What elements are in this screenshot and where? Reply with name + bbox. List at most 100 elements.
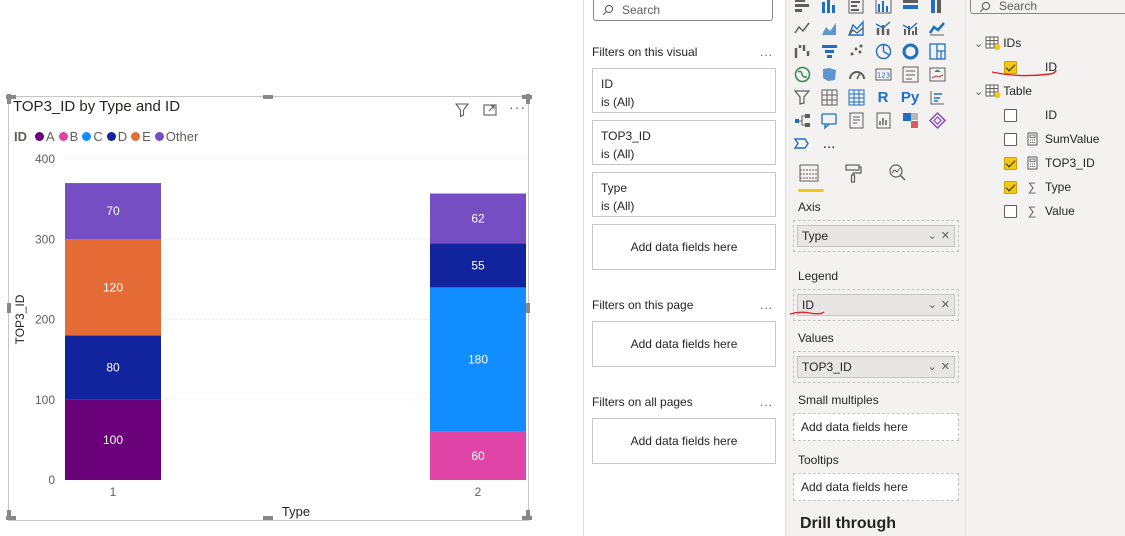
qa-visual-icon[interactable] bbox=[817, 109, 841, 132]
field-checkbox[interactable] bbox=[1004, 204, 1017, 218]
format-paint-roller-icon[interactable] bbox=[840, 160, 866, 186]
chevron-down-icon[interactable]: ⌄ bbox=[928, 298, 937, 311]
resize-handle[interactable] bbox=[526, 94, 530, 104]
fields-table-ids[interactable]: ⌄ IDs bbox=[974, 36, 1021, 50]
key-influencers-icon[interactable] bbox=[925, 86, 949, 109]
ribbon-chart-icon[interactable] bbox=[925, 17, 949, 40]
clustered-column-chart-icon[interactable] bbox=[871, 0, 895, 17]
funnel-chart-icon[interactable] bbox=[817, 40, 841, 63]
close-icon[interactable]: ✕ bbox=[941, 229, 950, 242]
values-well[interactable]: TOP3_ID ⌄ ✕ bbox=[793, 351, 959, 383]
slicer-icon[interactable] bbox=[790, 86, 814, 109]
field-checkbox[interactable] bbox=[1004, 132, 1017, 146]
filters-on-all-pages-more-button[interactable]: ... bbox=[760, 395, 773, 409]
power-automate-icon[interactable] bbox=[925, 109, 949, 132]
chevron-down-icon[interactable]: ⌄ bbox=[928, 229, 937, 242]
field-checkbox[interactable] bbox=[1004, 156, 1017, 170]
map-icon[interactable] bbox=[790, 63, 814, 86]
gauge-icon[interactable] bbox=[844, 63, 868, 86]
resize-handle[interactable] bbox=[526, 303, 530, 313]
pie-chart-icon[interactable] bbox=[871, 40, 895, 63]
filters-on-page-more-button[interactable]: ... bbox=[760, 298, 773, 312]
stacked-column-chart-icon[interactable] bbox=[817, 0, 841, 17]
resize-handle[interactable] bbox=[7, 510, 11, 520]
r-visual-icon[interactable]: R bbox=[871, 86, 895, 109]
paginated-report-icon[interactable] bbox=[871, 109, 895, 132]
100-percent-bar-icon[interactable] bbox=[898, 0, 922, 17]
fields-table-table[interactable]: ⌄ Table bbox=[974, 84, 1032, 98]
power-apps-icon[interactable] bbox=[898, 109, 922, 132]
stacked-bar-chart-icon[interactable] bbox=[790, 0, 814, 17]
resize-handle[interactable] bbox=[263, 95, 273, 99]
smart-narrative-icon[interactable] bbox=[844, 109, 868, 132]
donut-chart-icon[interactable] bbox=[898, 40, 922, 63]
card-icon[interactable]: 123 bbox=[871, 63, 895, 86]
python-visual-icon[interactable]: Py bbox=[898, 86, 922, 109]
measure-calculator-icon bbox=[1025, 156, 1039, 170]
y-tick-label: 100 bbox=[35, 393, 55, 407]
close-icon[interactable]: ✕ bbox=[941, 360, 950, 373]
axis-field-pill[interactable]: Type ⌄ ✕ bbox=[797, 225, 955, 247]
analytics-magnifier-icon[interactable] bbox=[884, 160, 910, 186]
resize-handle[interactable] bbox=[526, 510, 530, 520]
tooltips-drop-zone[interactable]: Add data fields here bbox=[793, 473, 959, 501]
field-checkbox[interactable] bbox=[1004, 180, 1017, 194]
field-table-value[interactable]: ∑ Value bbox=[1004, 204, 1075, 218]
close-icon[interactable]: ✕ bbox=[941, 298, 950, 311]
sigma-icon: ∑ bbox=[1027, 204, 1037, 218]
field-type-blank bbox=[1025, 108, 1039, 122]
field-table-top3_id[interactable]: TOP3_ID bbox=[1004, 156, 1095, 170]
multi-row-card-icon[interactable] bbox=[898, 63, 922, 86]
line-chart-icon[interactable] bbox=[790, 17, 814, 40]
fields-search-placeholder: Search bbox=[999, 0, 1038, 13]
resize-handle[interactable] bbox=[7, 303, 11, 313]
chart-visual[interactable]: TOP3_ID by Type and ID ··· ID A B C D E Other… bbox=[6, 94, 532, 521]
matrix-icon[interactable] bbox=[844, 86, 868, 109]
100-percent-column-icon[interactable] bbox=[925, 0, 949, 17]
field-table-sumvalue[interactable]: SumValue bbox=[1004, 132, 1099, 146]
filters-on-visual-more-button[interactable]: ... bbox=[760, 45, 773, 59]
chevron-down-icon[interactable]: ⌄ bbox=[974, 37, 983, 50]
decomposition-tree-icon[interactable] bbox=[790, 109, 814, 132]
filter-card-top3-id[interactable]: TOP3_ID is (All) bbox=[592, 120, 776, 165]
visual-type-gallery: 123 R Py... bbox=[790, 0, 949, 155]
field-checkbox[interactable] bbox=[1004, 108, 1017, 122]
field-table-id[interactable]: ID bbox=[1004, 108, 1057, 122]
resize-handle[interactable] bbox=[7, 94, 11, 104]
filled-map-icon[interactable] bbox=[817, 63, 841, 86]
fields-search-input[interactable]: Search bbox=[970, 0, 1125, 14]
field-table-type[interactable]: ∑ Type bbox=[1004, 180, 1071, 194]
all-pages-filters-drop-zone[interactable]: Add data fields here bbox=[592, 418, 776, 464]
page-filters-drop-zone[interactable]: Add data fields here bbox=[592, 321, 776, 367]
visual-filters-drop-zone[interactable]: Add data fields here bbox=[592, 224, 776, 270]
area-chart-icon[interactable] bbox=[817, 17, 841, 40]
scatter-chart-icon[interactable] bbox=[844, 40, 868, 63]
stacked-area-chart-icon[interactable] bbox=[844, 17, 868, 40]
line-and-clustered-column-icon[interactable] bbox=[898, 17, 922, 40]
x-tick-label: 2 bbox=[475, 485, 482, 499]
table-name: IDs bbox=[1003, 36, 1022, 50]
chevron-down-icon[interactable]: ⌄ bbox=[974, 85, 983, 98]
chevron-down-icon[interactable]: ⌄ bbox=[928, 360, 937, 373]
line-and-stacked-column-icon[interactable] bbox=[871, 17, 895, 40]
drill-through-heading: Drill through bbox=[800, 515, 896, 532]
resize-handle[interactable] bbox=[263, 516, 273, 520]
python-visual-icon-label: Py bbox=[900, 89, 920, 106]
filter-card-type[interactable]: Type is (All) bbox=[592, 172, 776, 217]
waterfall-chart-icon[interactable] bbox=[790, 40, 814, 63]
data-label: 60 bbox=[471, 449, 485, 463]
clustered-bar-chart-icon[interactable] bbox=[844, 0, 868, 17]
sigma-icon: ∑ bbox=[1027, 180, 1037, 194]
kpi-icon[interactable] bbox=[925, 63, 949, 86]
more-visuals-icon[interactable]: ... bbox=[817, 132, 841, 155]
table-icon[interactable] bbox=[817, 86, 841, 109]
filter-card-id[interactable]: ID is (All) bbox=[592, 68, 776, 113]
power-automate-flow-icon[interactable] bbox=[790, 132, 814, 155]
small-multiples-drop-zone[interactable]: Add data fields here bbox=[793, 413, 959, 441]
treemap-icon[interactable] bbox=[925, 40, 949, 63]
viz-pane-tabs bbox=[796, 160, 910, 186]
filters-search-input[interactable]: Search bbox=[593, 0, 773, 21]
fields-tab-icon[interactable] bbox=[796, 160, 822, 186]
values-field-pill[interactable]: TOP3_ID ⌄ ✕ bbox=[797, 356, 955, 378]
axis-well[interactable]: Type ⌄ ✕ bbox=[793, 220, 959, 252]
